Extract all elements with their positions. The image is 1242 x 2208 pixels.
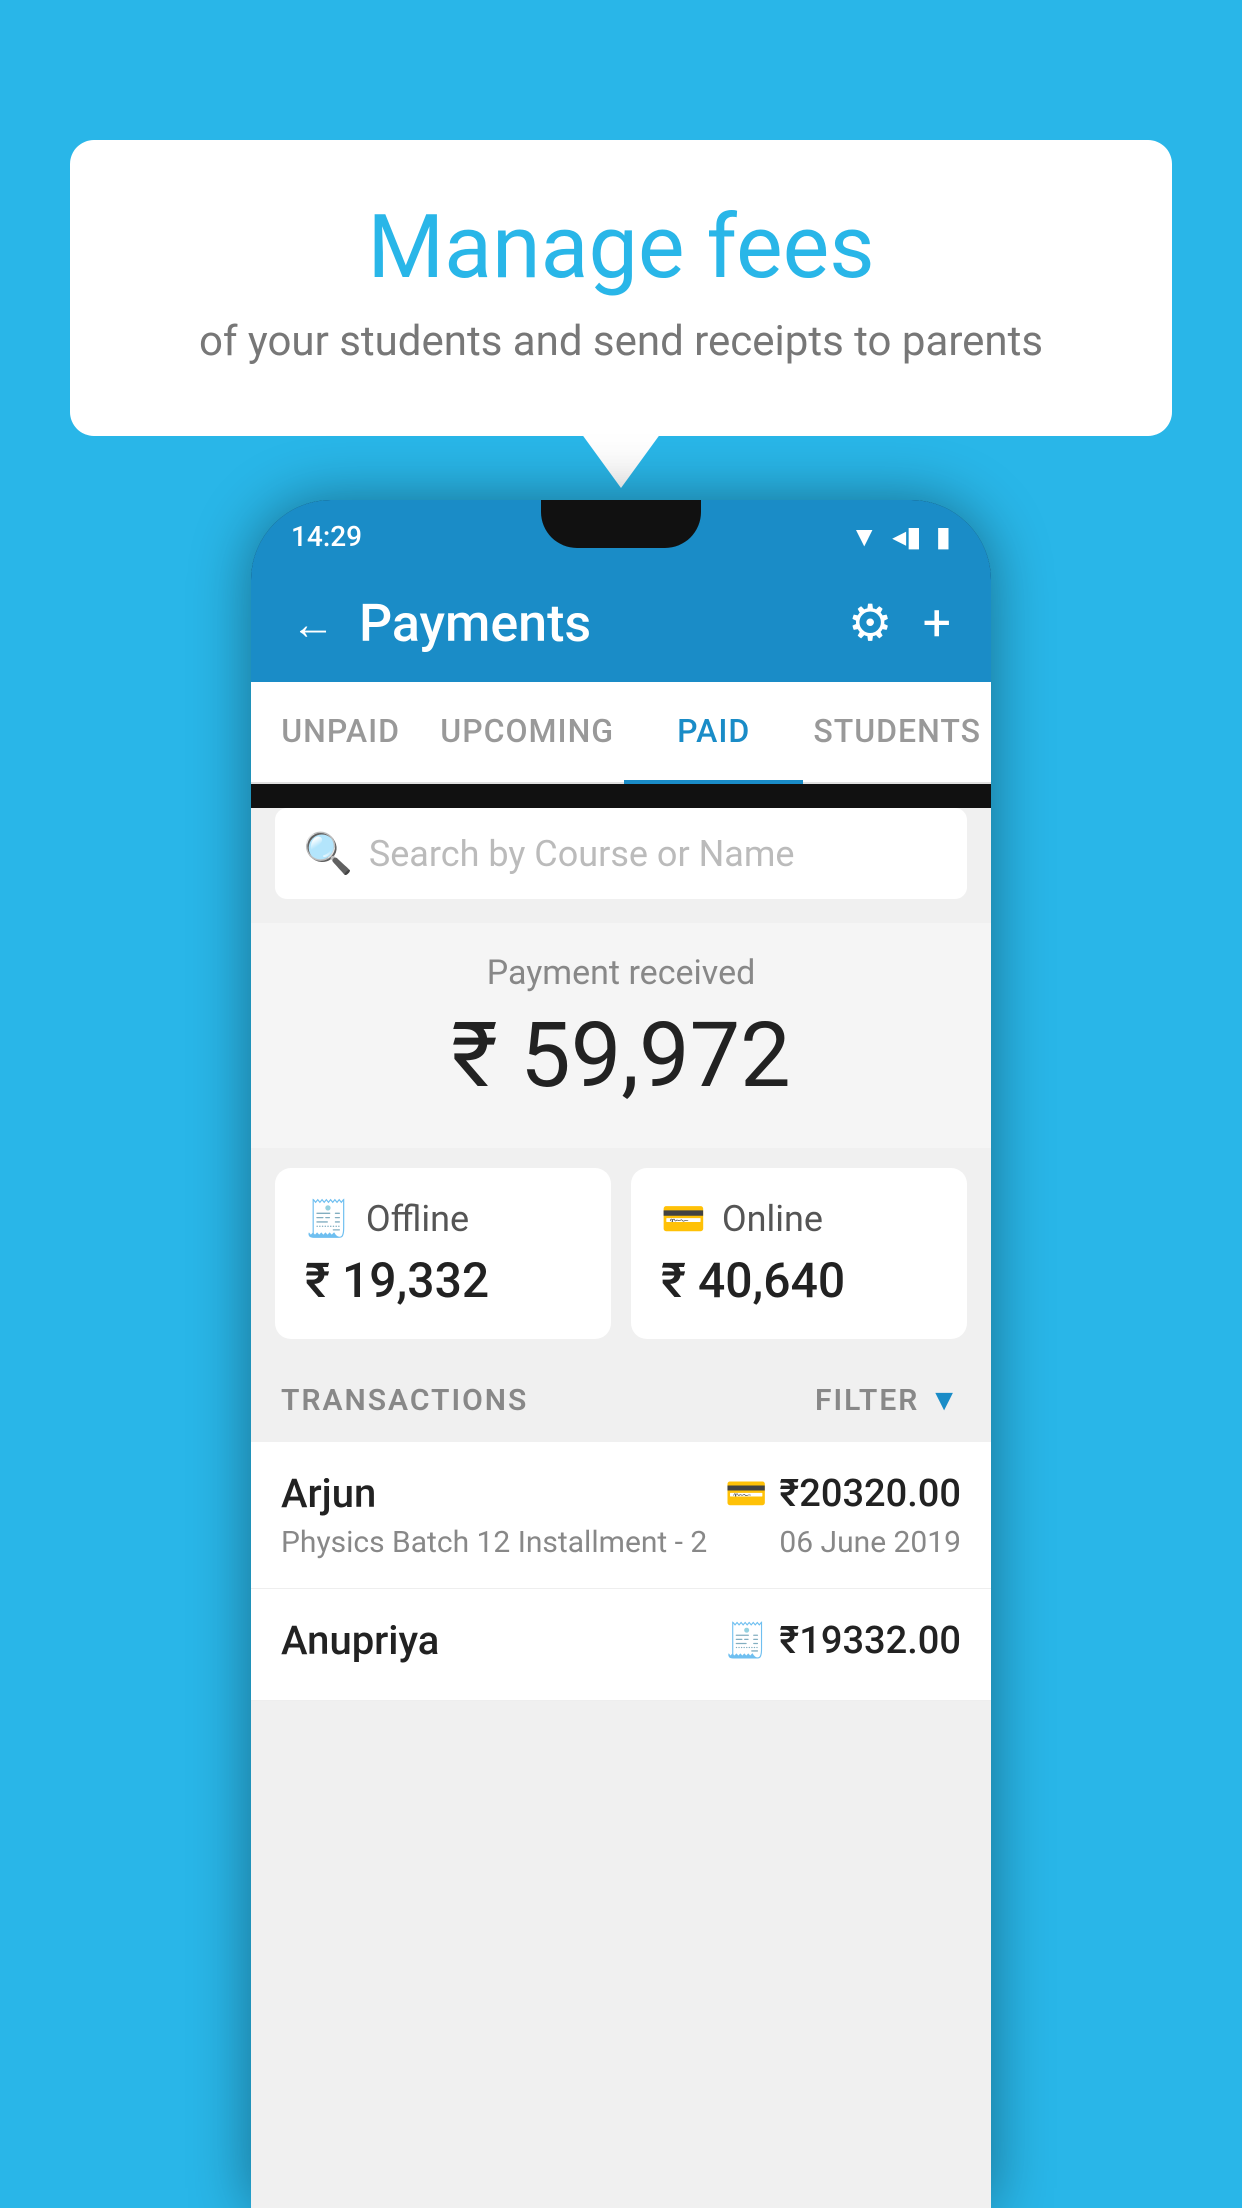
search-placeholder: Search by Course or Name — [369, 833, 795, 875]
filter-label: FILTER — [815, 1383, 919, 1418]
speech-bubble: Manage fees of your students and send re… — [70, 140, 1172, 436]
offline-label: Offline — [366, 1198, 469, 1240]
student-name: Arjun — [281, 1470, 376, 1517]
online-amount: ₹ 40,640 — [661, 1252, 937, 1309]
online-payment-card: 💳 Online ₹ 40,640 — [631, 1168, 967, 1339]
offline-icon: 🧾 — [305, 1198, 350, 1240]
transactions-header: TRANSACTIONS FILTER ▼ — [251, 1359, 991, 1442]
search-icon: 🔍 — [303, 830, 353, 877]
status-icons: ▼ ◂▮ ▮ — [850, 520, 951, 553]
offline-amount: ₹ 19,332 — [305, 1252, 581, 1309]
signal-icon: ◂▮ — [892, 520, 921, 553]
wifi-icon: ▼ — [850, 520, 878, 553]
payment-received-label: Payment received — [251, 953, 991, 993]
transaction-date: 06 June 2019 — [779, 1525, 961, 1560]
bubble-subtitle: of your students and send receipts to pa… — [150, 317, 1092, 366]
time-display: 14:29 — [291, 520, 362, 553]
app-content: 🔍 Search by Course or Name Payment recei… — [251, 808, 991, 2208]
amount-wrap: 💳 ₹20320.00 — [725, 1472, 961, 1516]
filter-button[interactable]: FILTER ▼ — [815, 1383, 961, 1418]
amount-wrap: 🧾 ₹19332.00 — [725, 1619, 961, 1663]
table-row[interactable]: Arjun 💳 ₹20320.00 Physics Batch 12 Insta… — [251, 1442, 991, 1589]
online-label: Online — [722, 1198, 823, 1240]
transaction-amount: ₹19332.00 — [779, 1619, 961, 1663]
filter-icon: ▼ — [929, 1383, 961, 1418]
table-row[interactable]: Anupriya 🧾 ₹19332.00 — [251, 1589, 991, 1701]
offline-mode-icon: 🧾 — [725, 1621, 767, 1661]
header-right: ⚙ + — [848, 594, 951, 653]
online-mode-icon: 💳 — [725, 1474, 767, 1514]
transaction-list: Arjun 💳 ₹20320.00 Physics Batch 12 Insta… — [251, 1442, 991, 1701]
online-icon: 💳 — [661, 1198, 706, 1240]
header-left: ← Payments — [291, 593, 591, 654]
app-header: ← Payments ⚙ + — [251, 565, 991, 682]
offline-payment-card: 🧾 Offline ₹ 19,332 — [275, 1168, 611, 1339]
payment-summary: Payment received ₹ 59,972 — [251, 923, 991, 1148]
back-button[interactable]: ← — [291, 598, 335, 650]
payment-total-amount: ₹ 59,972 — [251, 1003, 991, 1108]
bubble-title: Manage fees — [150, 200, 1092, 297]
student-name: Anupriya — [281, 1617, 439, 1664]
transactions-label: TRANSACTIONS — [281, 1383, 528, 1418]
tab-students[interactable]: STUDENTS — [803, 682, 991, 782]
settings-icon[interactable]: ⚙ — [848, 594, 893, 653]
tab-paid[interactable]: PAID — [624, 682, 803, 784]
transaction-amount: ₹20320.00 — [779, 1472, 961, 1516]
page-title: Payments — [359, 593, 591, 654]
tab-bar: UNPAID UPCOMING PAID STUDENTS — [251, 682, 991, 784]
tab-unpaid[interactable]: UNPAID — [251, 682, 430, 782]
battery-icon: ▮ — [936, 520, 951, 553]
tab-upcoming[interactable]: UPCOMING — [430, 682, 624, 782]
search-bar[interactable]: 🔍 Search by Course or Name — [275, 808, 967, 899]
phone-frame: 14:29 ▼ ◂▮ ▮ ← Payments ⚙ + UNPAID UPCOM… — [251, 500, 991, 2208]
payment-cards: 🧾 Offline ₹ 19,332 💳 Online ₹ 40,640 — [251, 1148, 991, 1359]
add-icon[interactable]: + — [923, 595, 951, 653]
course-info: Physics Batch 12 Installment - 2 — [281, 1525, 707, 1560]
speech-bubble-wrapper: Manage fees of your students and send re… — [70, 140, 1172, 436]
